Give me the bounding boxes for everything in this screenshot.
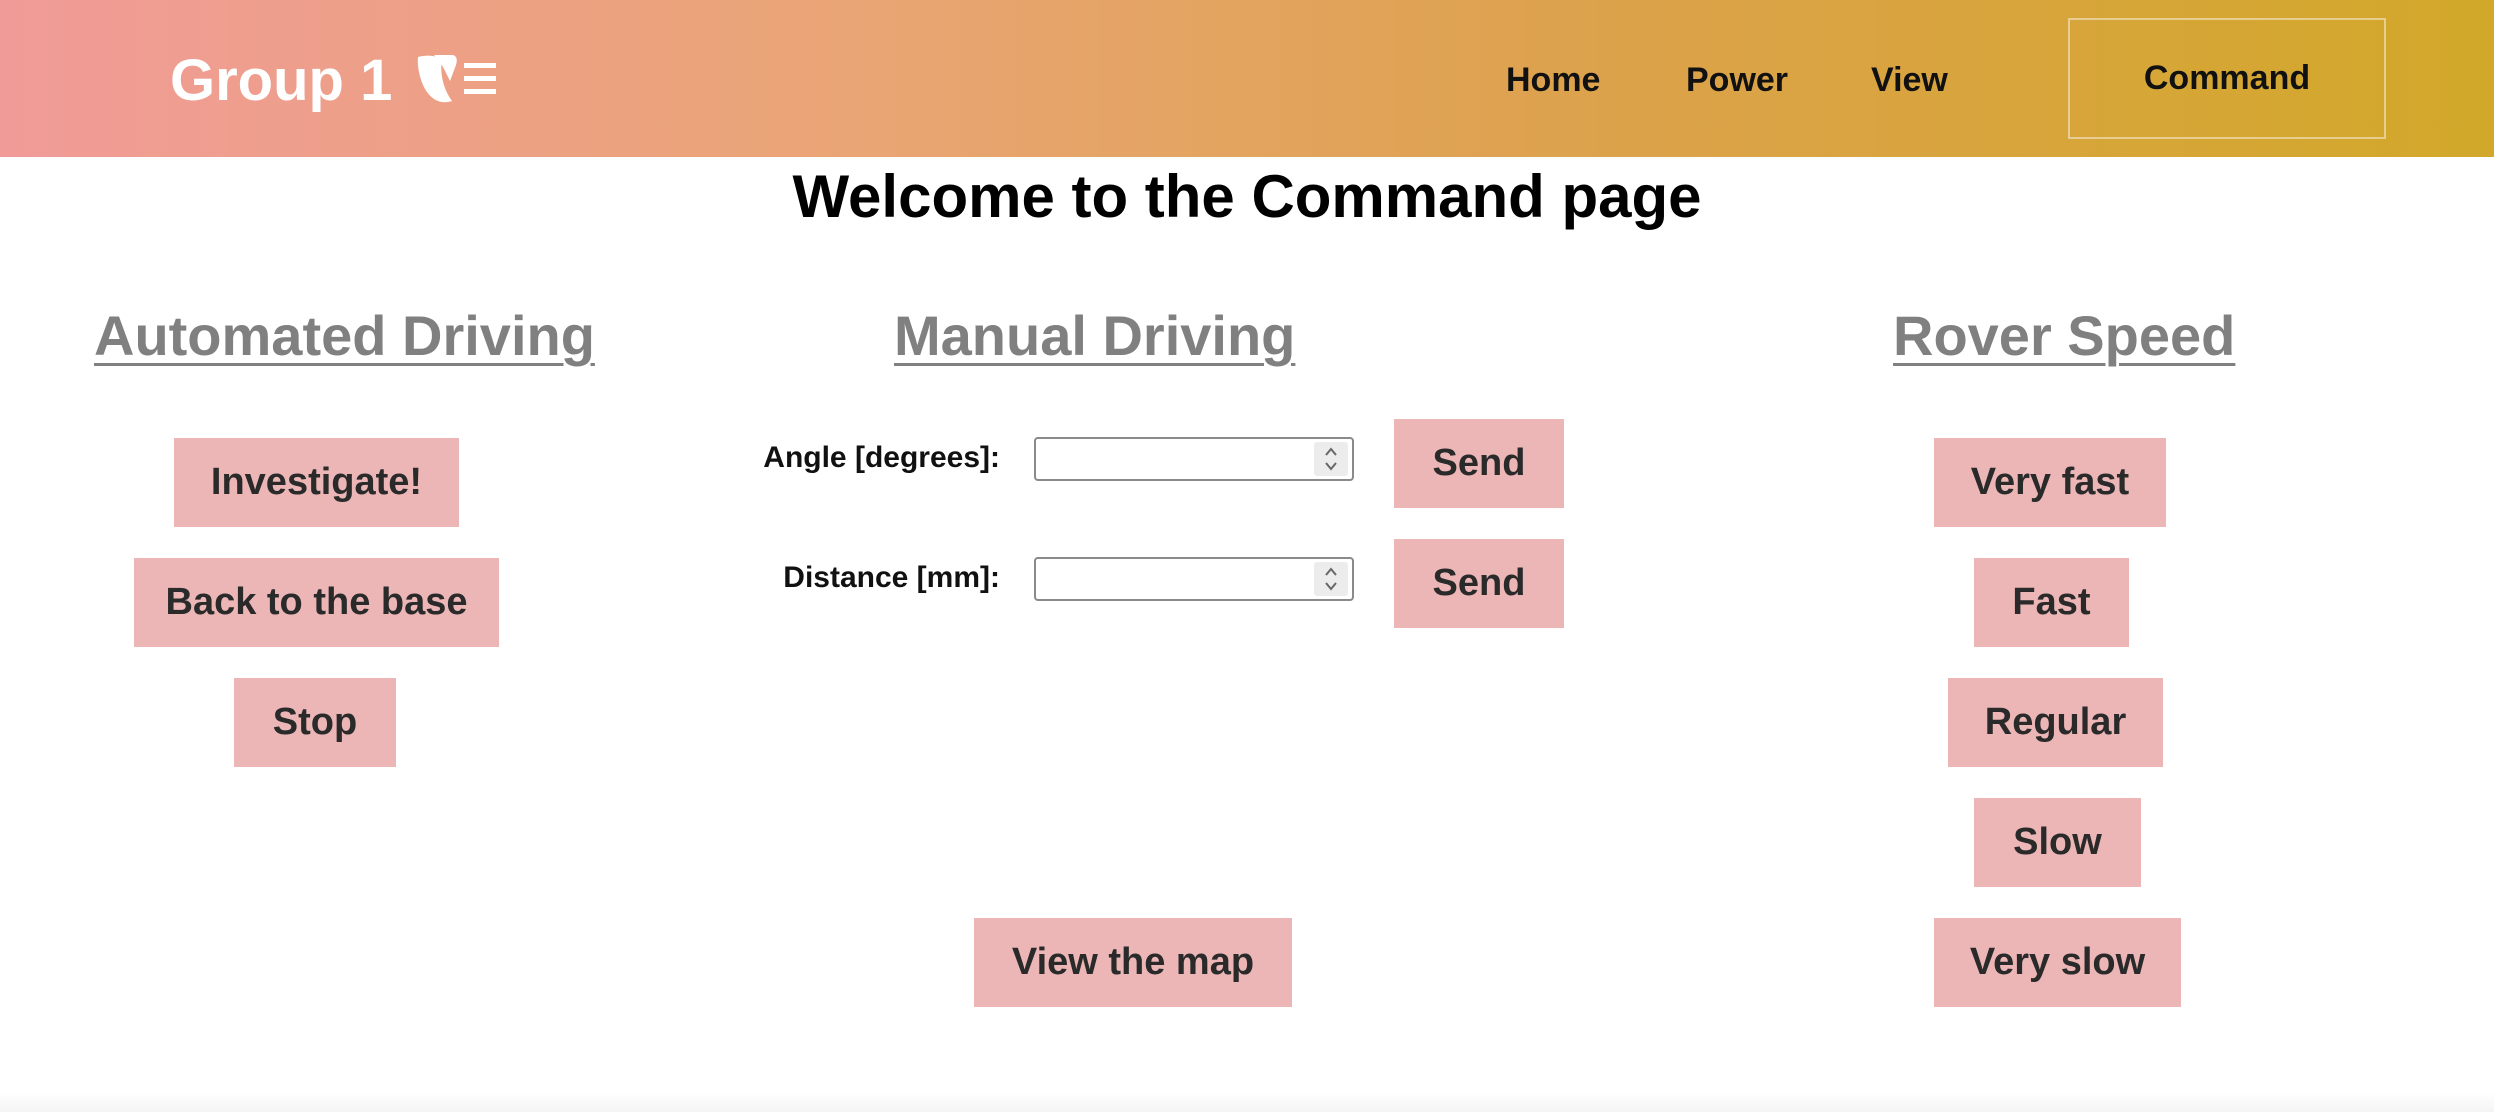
- slow-button[interactable]: Slow: [1974, 798, 2141, 887]
- stepper-arrows-icon: [1325, 567, 1337, 591]
- angle-input[interactable]: [1034, 437, 1354, 481]
- rover-speed-heading: Rover Speed: [1893, 304, 2236, 367]
- page-title: Welcome to the Command page: [792, 163, 1702, 230]
- nav-command[interactable]: Command: [2068, 18, 2386, 139]
- view-map-button[interactable]: View the map: [974, 918, 1292, 1007]
- nav-view[interactable]: View: [1871, 52, 1948, 108]
- send-distance-button[interactable]: Send: [1394, 539, 1564, 628]
- regular-button[interactable]: Regular: [1948, 678, 2163, 767]
- nav-command-label: Command: [2143, 59, 2311, 97]
- stepper-arrows-icon: [1325, 447, 1337, 471]
- nav-home[interactable]: Home: [1506, 52, 1600, 108]
- angle-label: Angle [degrees]:: [763, 441, 1000, 474]
- distance-label: Distance [mm]:: [783, 561, 1000, 594]
- fast-button[interactable]: Fast: [1974, 558, 2129, 647]
- brand-title: Group 1: [170, 47, 393, 113]
- angle-field[interactable]: [1036, 439, 1306, 479]
- automated-driving-heading: Automated Driving: [94, 304, 595, 367]
- very-slow-button[interactable]: Very slow: [1934, 918, 2181, 1007]
- typo3-logo-icon: [412, 51, 498, 109]
- distance-stepper[interactable]: [1314, 562, 1348, 596]
- very-fast-button[interactable]: Very fast: [1934, 438, 2166, 527]
- nav-power[interactable]: Power: [1686, 52, 1788, 108]
- top-navbar: Group 1 Home Power View Command: [0, 0, 2494, 157]
- stop-button[interactable]: Stop: [234, 678, 396, 767]
- investigate-button[interactable]: Investigate!: [174, 438, 459, 527]
- brand[interactable]: Group 1: [170, 42, 498, 118]
- distance-input[interactable]: [1034, 557, 1354, 601]
- send-angle-button[interactable]: Send: [1394, 419, 1564, 508]
- angle-stepper[interactable]: [1314, 442, 1348, 476]
- page-bottom-edge: [0, 1092, 2494, 1112]
- back-to-base-button[interactable]: Back to the base: [134, 558, 499, 647]
- distance-field[interactable]: [1036, 559, 1306, 599]
- manual-driving-heading: Manual Driving: [894, 304, 1296, 367]
